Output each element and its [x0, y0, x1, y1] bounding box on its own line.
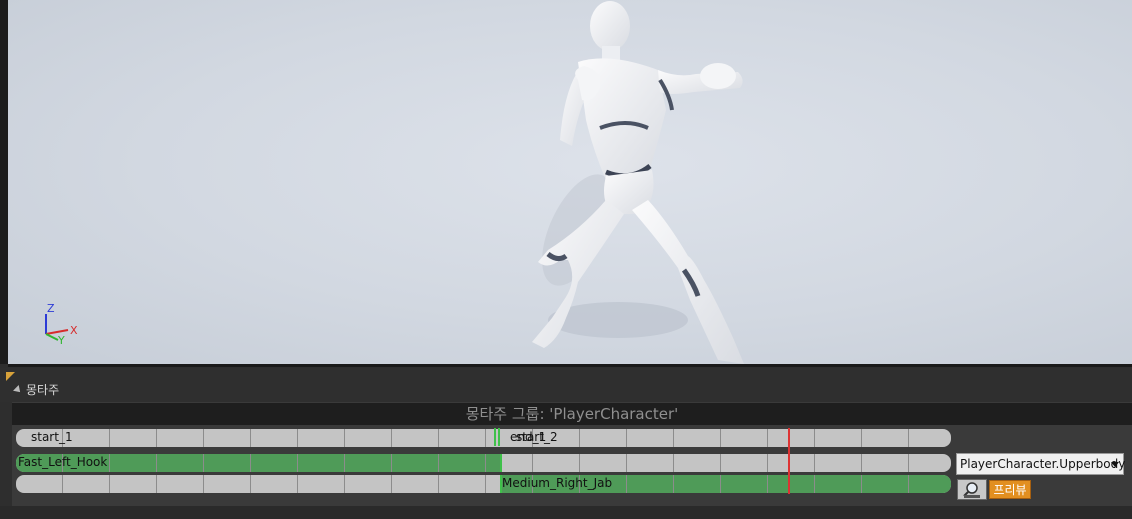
playhead-line[interactable]	[788, 428, 790, 494]
viewport-left-edge	[0, 0, 8, 364]
montage-panel-header	[0, 368, 1132, 402]
panel-corner-marker	[6, 372, 15, 381]
montage-tab[interactable]: 몽타주	[13, 381, 60, 398]
axis-x-label: X	[70, 324, 78, 337]
3d-viewport[interactable]: Z X Y	[8, 0, 1132, 364]
collapse-triangle-icon[interactable]	[13, 385, 23, 395]
mannequin-figure	[532, 1, 744, 364]
montage-group-bar: 몽타주 그룹: 'PlayerCharacter'	[12, 403, 1132, 425]
anim-label-medium-right-jab: Medium_Right_Jab	[502, 476, 613, 490]
viewport-border	[8, 364, 1132, 367]
panel-bottom-strip	[0, 506, 1132, 519]
section-marker-line-2[interactable]	[498, 428, 500, 446]
montage-tab-label: 몽타주	[26, 383, 60, 397]
preview-button[interactable]: 프리뷰	[989, 480, 1031, 499]
anim-label-fast-left-hook: Fast_Left_Hook	[18, 455, 108, 469]
axis-z-label: Z	[47, 302, 55, 315]
section-label-start-1[interactable]: start_1	[31, 430, 73, 444]
axis-y-label: Y	[58, 334, 65, 347]
section-label-start-2[interactable]: start_2	[516, 430, 558, 444]
slot-track-2[interactable]: Medium_Right_Jab	[16, 475, 951, 493]
axis-gizmo: Z X Y	[42, 302, 82, 347]
slot-track-1[interactable]: Fast_Left_Hook	[16, 454, 951, 472]
slot-name-value: PlayerCharacter.Upperbody	[960, 457, 1126, 471]
slot-name-dropdown[interactable]: PlayerCharacter.Upperbody	[956, 453, 1126, 475]
section-marker-line[interactable]	[494, 428, 496, 446]
sections-track[interactable]: start_1 end_1 start_2	[16, 429, 951, 447]
magnifier-icon	[963, 482, 980, 498]
slot-preview-icon-button[interactable]	[957, 479, 987, 500]
dropdown-arrow-icon	[1111, 462, 1119, 467]
